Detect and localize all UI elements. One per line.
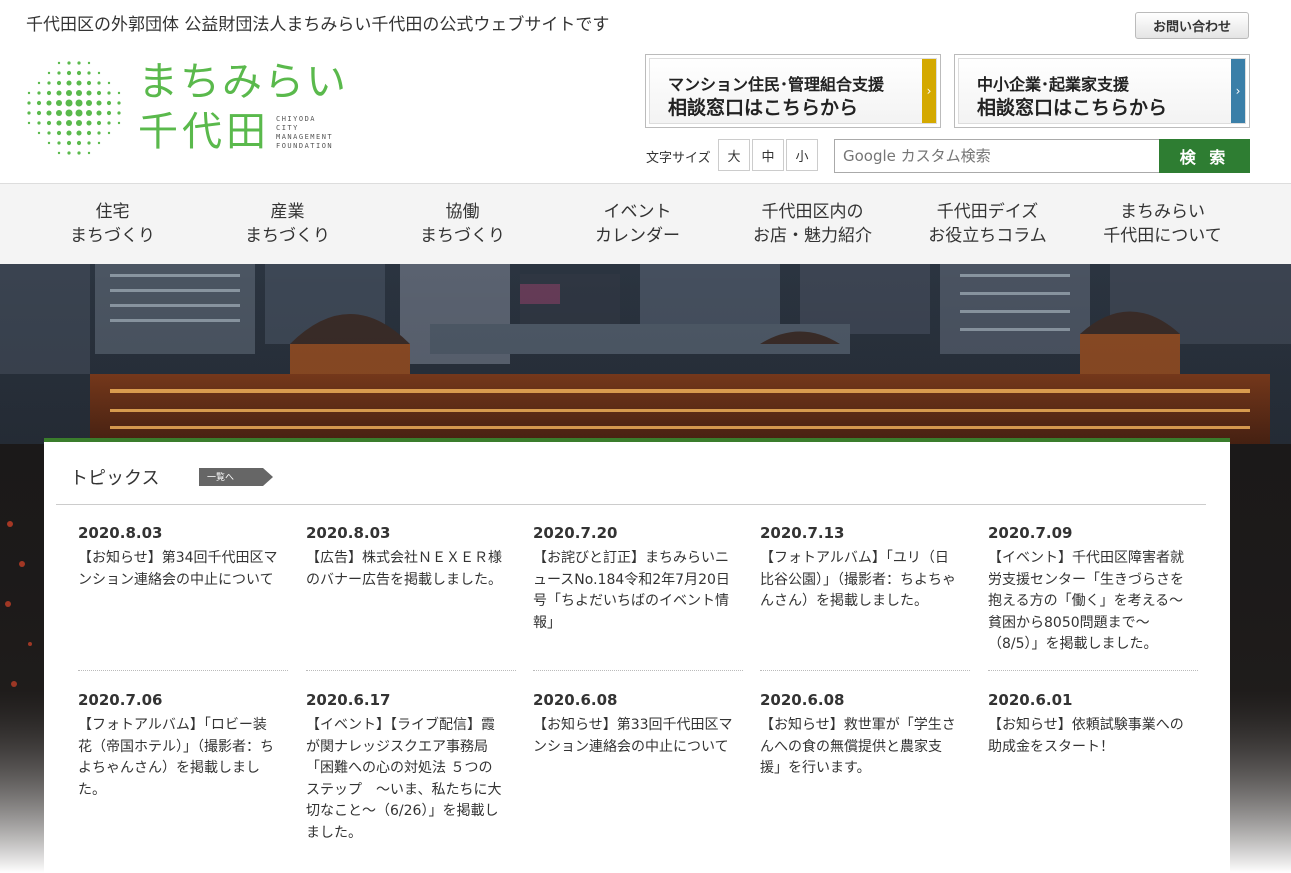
topic-text[interactable]: 【イベント】【ライブ配信】霞が関ナレッジスクエア事務局「困難への心の対処法 ５つ…	[306, 715, 506, 844]
font-size-small-button[interactable]: 小	[786, 139, 818, 171]
chevron-right-icon: ›	[922, 59, 936, 123]
topic-item[interactable]: 2020.7.13 【フォトアルバム】「ユリ（日比谷公園）」（撮影者：ちよちゃん…	[760, 524, 960, 613]
divider	[306, 670, 516, 671]
banner-line1: マンション住民･管理組合支援	[668, 75, 885, 94]
topic-text[interactable]: 【お知らせ】依頼試験事業への助成金をスタート！	[988, 715, 1188, 758]
nav-label: 協働	[445, 202, 480, 222]
nav-item-housing[interactable]: 住宅 まちづくり	[25, 184, 200, 264]
topics-title: トピックス	[70, 468, 160, 489]
topic-date: 2020.8.03	[78, 524, 163, 542]
business-consult-banner[interactable]: 中小企業･起業家支援 相談窓口はこちらから ›	[954, 54, 1250, 128]
banner-line2: 相談窓口はこちらから	[977, 97, 1168, 119]
site-tagline: 千代田区の外郭団体 公益財団法人まちみらい千代田の公式ウェブサイトです	[26, 15, 610, 35]
divider	[78, 670, 288, 671]
nav-label: 千代田について	[1103, 226, 1222, 246]
banner-line2: 相談窓口はこちらから	[668, 97, 859, 119]
topic-text[interactable]: 【フォトアルバム】「ユリ（日比谷公園）」（撮影者：ちよちゃんさん）を掲載しました…	[760, 548, 960, 613]
nav-label: お店・魅力紹介	[753, 226, 872, 246]
topic-date: 2020.6.01	[988, 691, 1073, 709]
topic-text[interactable]: 【お知らせ】救世軍が「学生さんへの食の無償提供と農家支援」を行います。	[760, 715, 960, 780]
topic-text[interactable]: 【広告】株式会社ＮＥＸＥＲ様のバナー広告を掲載しました。	[306, 548, 506, 591]
nav-label: イベント	[603, 202, 672, 222]
font-size-large-button[interactable]: 大	[718, 139, 750, 171]
divider	[760, 670, 970, 671]
site-logo[interactable]: まちみらい 千代田 CHIYODA CITY MANAGEMENT FOUNDA…	[24, 58, 354, 158]
topic-item[interactable]: 2020.7.09 【イベント】千代田区障害者就労支援センター「生きづらさを抱え…	[988, 524, 1188, 656]
font-size-medium-button[interactable]: 中	[752, 139, 784, 171]
topic-text[interactable]: 【お詫びと訂正】まちみらいニュースNo.184令和2年7月20日号「ちよだいちば…	[533, 548, 733, 634]
topic-date: 2020.7.06	[78, 691, 163, 709]
contact-button[interactable]: お問い合わせ	[1135, 12, 1249, 39]
nav-label: まちづくり	[70, 226, 155, 246]
topic-text[interactable]: 【お知らせ】第34回千代田区マンション連絡会の中止について	[78, 548, 278, 591]
nav-item-collaboration[interactable]: 協働 まちづくり	[375, 184, 550, 264]
topic-date: 2020.6.08	[533, 691, 618, 709]
logo-sub-text: 千代田	[138, 109, 270, 155]
topic-item[interactable]: 2020.6.08 【お知らせ】第33回千代田区マンション連絡会の中止について	[533, 691, 733, 758]
nav-label: 千代田区内の	[761, 202, 864, 222]
divider	[56, 504, 1206, 505]
nav-label: まちづくり	[420, 226, 505, 246]
logo-dots-icon	[27, 61, 121, 155]
nav-label: 千代田デイズ	[936, 202, 1039, 222]
topic-date: 2020.7.13	[760, 524, 845, 542]
nav-label: まちみらい	[1120, 202, 1205, 222]
topic-date: 2020.7.20	[533, 524, 618, 542]
font-size-label: 文字サイズ	[646, 151, 711, 166]
global-nav: 住宅まちづくり 産業まちづくり 協働まちづくり イベントカレンダー 千代田区内の…	[0, 183, 1291, 264]
topics-all-link[interactable]: 一覧へ	[199, 468, 273, 486]
nav-item-shops[interactable]: 千代田区内の お店・魅力紹介	[725, 184, 900, 264]
nav-item-event-calendar[interactable]: イベント カレンダー	[550, 184, 725, 264]
topic-item[interactable]: 2020.6.17 【イベント】【ライブ配信】霞が関ナレッジスクエア事務局「困難…	[306, 691, 506, 844]
mansion-consult-banner[interactable]: マンション住民･管理組合支援 相談窓口はこちらから ›	[645, 54, 941, 128]
topic-item[interactable]: 2020.8.03 【広告】株式会社ＮＥＸＥＲ様のバナー広告を掲載しました。	[306, 524, 506, 591]
nav-label: お役立ちコラム	[928, 226, 1047, 246]
banner-line1: 中小企業･起業家支援	[977, 75, 1130, 94]
topic-text[interactable]: 【お知らせ】第33回千代田区マンション連絡会の中止について	[533, 715, 733, 758]
topic-date: 2020.8.03	[306, 524, 391, 542]
nav-label: 産業	[270, 202, 305, 222]
topic-date: 2020.7.09	[988, 524, 1073, 542]
search-input[interactable]	[834, 139, 1160, 173]
topic-item[interactable]: 2020.6.08 【お知らせ】救世軍が「学生さんへの食の無償提供と農家支援」を…	[760, 691, 960, 780]
divider	[533, 670, 743, 671]
nav-label: まちづくり	[245, 226, 330, 246]
topic-item[interactable]: 2020.8.03 【お知らせ】第34回千代田区マンション連絡会の中止について	[78, 524, 278, 591]
topics-all-label: 一覧へ	[207, 473, 235, 483]
logo-main-text: まちみらい	[138, 59, 348, 105]
search-button[interactable]: 検 索	[1159, 139, 1250, 173]
nav-item-about[interactable]: まちみらい千代田について	[1075, 184, 1250, 264]
topic-item[interactable]: 2020.6.01 【お知らせ】依頼試験事業への助成金をスタート！	[988, 691, 1188, 758]
logo-english-text: CHIYODA CITY MANAGEMENT FOUNDATION	[276, 115, 334, 150]
topic-date: 2020.6.17	[306, 691, 391, 709]
nav-item-columns[interactable]: 千代田デイズ お役立ちコラム	[900, 184, 1075, 264]
topic-text[interactable]: 【イベント】千代田区障害者就労支援センター「生きづらさを抱える方の「働く」を考え…	[988, 548, 1188, 656]
topic-item[interactable]: 2020.7.20 【お詫びと訂正】まちみらいニュースNo.184令和2年7月2…	[533, 524, 733, 634]
chevron-right-icon: ›	[1231, 59, 1245, 123]
topic-item[interactable]: 2020.7.06 【フォトアルバム】「ロビー装花（帝国ホテル）」（撮影者：ちよ…	[78, 691, 278, 801]
nav-label: 住宅	[95, 202, 130, 222]
topic-date: 2020.6.08	[760, 691, 845, 709]
divider	[988, 670, 1198, 671]
nav-item-industry[interactable]: 産業 まちづくり	[200, 184, 375, 264]
topics-panel: トピックス 一覧へ 2020.8.03 【お知らせ】第34回千代田区マンション連…	[44, 438, 1230, 873]
nav-label: カレンダー	[595, 226, 680, 246]
topic-text[interactable]: 【フォトアルバム】「ロビー装花（帝国ホテル）」（撮影者：ちよちゃんさん）を掲載し…	[78, 715, 278, 801]
